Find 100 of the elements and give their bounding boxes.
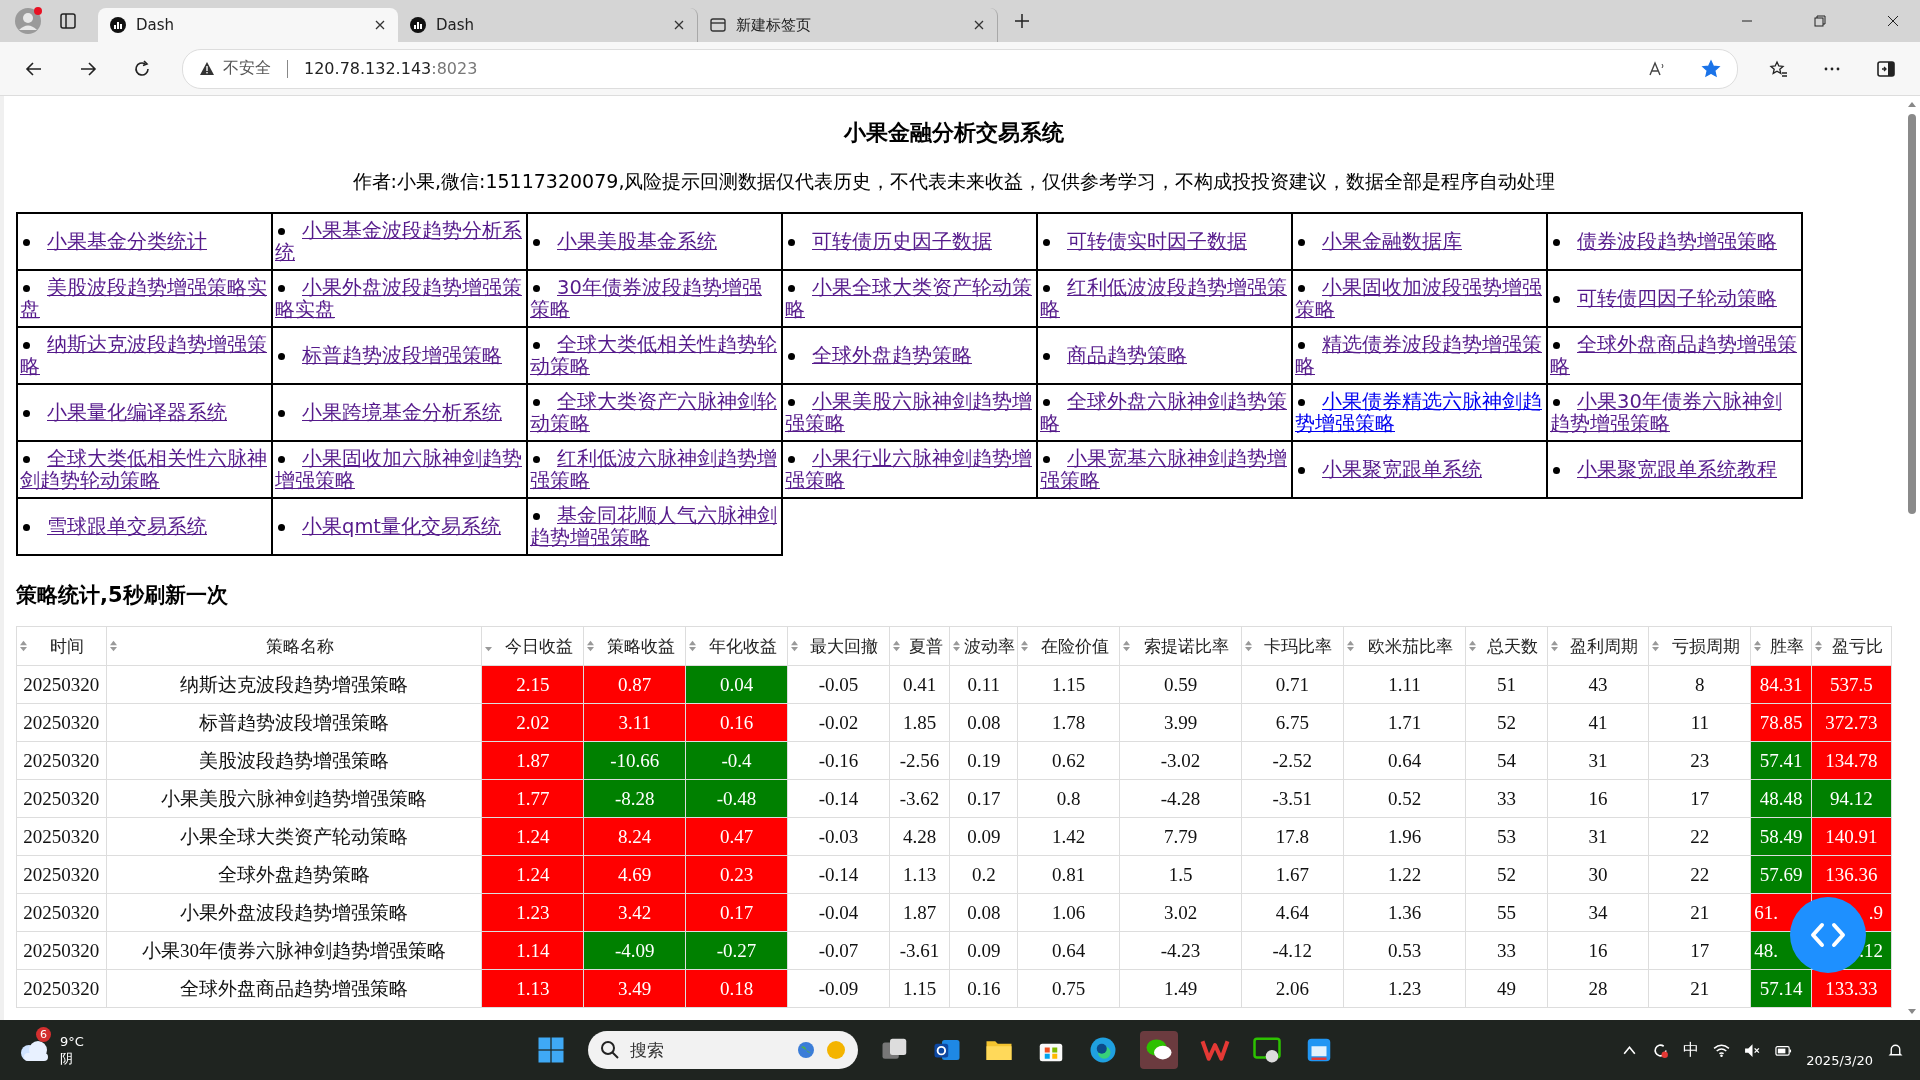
search-field[interactable]: 搜索 [588,1031,858,1069]
strategy-link[interactable]: 精选债券波段趋势增强策略 [1295,333,1544,378]
strategy-link[interactable]: 小果宽基六脉神剑趋势增强策略 [1040,447,1289,492]
column-header[interactable]: 夏普 [889,626,950,666]
strategy-link[interactable]: 小果全球大类资产轮动策略 [785,276,1034,321]
input-method-indicator[interactable]: 中 [1683,1039,1700,1061]
strategy-link[interactable]: 全球外盘商品趋势增强策略 [1550,333,1799,378]
sync-icon[interactable] [1652,1041,1670,1059]
strategy-link[interactable]: 债券波段趋势增强策略 [1550,230,1799,253]
chat-window-icon[interactable] [1252,1035,1282,1065]
strategy-link[interactable]: 小果固收加波段强势增强策略 [1295,276,1544,321]
strategy-link[interactable]: 小果金融数据库 [1295,230,1544,253]
strategy-link[interactable]: 小果跨境基金分析系统 [275,401,524,424]
wifi-icon[interactable] [1713,1041,1731,1059]
column-header[interactable]: 波动率 [949,626,1018,666]
sort-icon[interactable] [1549,639,1559,653]
column-header[interactable]: 亏损周期 [1648,626,1751,666]
strategy-link[interactable]: 小果聚宽跟单系统 [1295,458,1544,481]
sort-icon[interactable] [1651,639,1661,653]
sidebar-icon[interactable] [1876,58,1896,79]
browser-tab[interactable]: Dash [98,8,398,42]
strategy-link[interactable]: 全球外盘六脉神剑趋势策略 [1040,390,1289,435]
strategy-link[interactable]: 小果行业六脉神剑趋势增强策略 [785,447,1034,492]
strategy-link[interactable]: 标普趋势波段增强策略 [275,344,524,367]
close-icon[interactable] [374,19,386,31]
table-cell: 1.85 [889,703,950,742]
sort-icon[interactable] [952,639,962,653]
sort-icon[interactable] [1122,639,1132,653]
reload-icon[interactable] [132,58,152,79]
strategy-link[interactable]: 基金同花顺人气六脉神剑趋势增强策略 [530,504,779,549]
strategy-link[interactable]: 可转债四因子轮动策略 [1550,287,1799,310]
sort-icon[interactable] [1468,639,1478,653]
strategy-link[interactable]: 小果美股六脉神剑趋势增强策略 [785,390,1034,435]
table-cell: 3.99 [1119,703,1242,742]
strategy-link[interactable]: 美股波段趋势增强策略实盘 [20,276,269,321]
scroll-up-icon[interactable] [1907,100,1917,108]
address-field[interactable]: 不安全 120.78.132.143:8023 [182,48,1738,89]
sort-icon[interactable] [586,639,596,653]
column-header[interactable]: 欧米茄比率 [1343,626,1466,666]
close-icon[interactable] [1886,14,1900,28]
strategy-link[interactable]: 全球大类低相关性趋势轮动策略 [530,333,779,378]
start-icon[interactable] [536,1035,566,1065]
sort-icon[interactable] [1753,639,1763,653]
date[interactable]: 2025/3/20 [1806,1052,1873,1068]
column-header[interactable]: 今日收益 [481,626,584,666]
strategy-link[interactable]: 小果债券精选六脉神剑趋势增强策略 [1295,390,1544,435]
close-icon[interactable] [673,19,685,31]
column-header[interactable]: 盈亏比 [1811,626,1892,666]
new-tab-icon[interactable] [1012,11,1032,31]
sort-icon[interactable] [1243,639,1253,653]
bullet-icon [1298,341,1305,349]
sort-icon[interactable] [19,639,28,653]
sort-icon[interactable] [1813,639,1823,653]
strategy-link[interactable]: 小果基金分类统计 [20,230,269,253]
profile-icon[interactable] [14,7,42,35]
strategy-link[interactable]: 小果基金波段趋势分析系统 [275,219,524,264]
strategy-link[interactable]: 纳斯达克波段趋势增强策略 [20,333,269,378]
column-header[interactable]: 策略收益 [583,626,686,666]
strategy-link[interactable]: 小果固收加六脉神剑趋势增强策略 [275,447,524,492]
chat-icon[interactable] [1140,1031,1178,1069]
strategy-link[interactable]: 可转债历史因子数据 [785,230,1034,253]
scroll-down-icon[interactable] [1907,1008,1917,1016]
strategy-link[interactable]: 30年债券波段趋势增强策略 [530,276,779,321]
strategy-link[interactable]: 红利低波六脉神剑趋势增强策略 [530,447,779,492]
strategy-link[interactable]: 全球大类低相关性六脉神剑趋势轮动策略 [20,447,269,492]
strategy-link[interactable]: 可转债实时因子数据 [1040,230,1289,253]
sort-icon[interactable] [1020,639,1030,653]
column-header[interactable]: 胜率 [1750,626,1812,666]
sort-icon[interactable] [108,639,118,653]
scroll-thumb[interactable] [1908,114,1916,514]
column-header[interactable]: 时间 [16,626,107,666]
strategy-link[interactable]: 小果量化编译器系统 [20,401,269,424]
column-header[interactable]: 在险价值 [1017,626,1120,666]
column-header[interactable]: 卡玛比率 [1241,626,1344,666]
column-header[interactable]: 盈利周期 [1547,626,1649,666]
column-header[interactable]: 年化收益 [685,626,788,666]
column-header[interactable]: 索提诺比率 [1119,626,1242,666]
strategy-link[interactable]: 小果美股基金系统 [530,230,779,253]
browser-icon[interactable] [1088,1035,1118,1065]
column-header[interactable]: 总天数 [1465,626,1548,666]
restore-icon[interactable] [1813,14,1827,28]
sort-icon[interactable] [1345,639,1355,653]
strategy-link[interactable]: 商品趋势策略 [1040,344,1289,367]
tab-actions-icon[interactable] [58,11,78,31]
strategy-link[interactable]: 小果聚宽跟单系统教程 [1550,458,1799,481]
star-icon[interactable] [1701,58,1721,79]
volume-muted-icon[interactable] [1744,1041,1762,1059]
sort-icon[interactable] [790,639,799,653]
strategy-link[interactable]: 全球大类资产六脉神剑轮动策略 [530,390,779,435]
sort-icon[interactable] [891,639,901,653]
sort-icon[interactable] [688,639,698,653]
strategy-link[interactable]: 全球外盘趋势策略 [785,344,1034,367]
column-header[interactable]: 最大回撤 [787,626,890,666]
strategy-link[interactable]: 小果30年债券六脉神剑趋势增强策略 [1550,390,1799,435]
strategy-link[interactable]: 小果外盘波段趋势增强策略实盘 [275,276,524,321]
close-icon[interactable] [973,19,985,31]
strategy-link[interactable]: 小果qmt量化交易系统 [275,515,524,538]
strategy-link[interactable]: 红利低波波段趋势增强策略 [1040,276,1289,321]
column-header[interactable]: 策略名称 [106,626,482,666]
strategy-link[interactable]: 雪球跟单交易系统 [20,515,269,538]
